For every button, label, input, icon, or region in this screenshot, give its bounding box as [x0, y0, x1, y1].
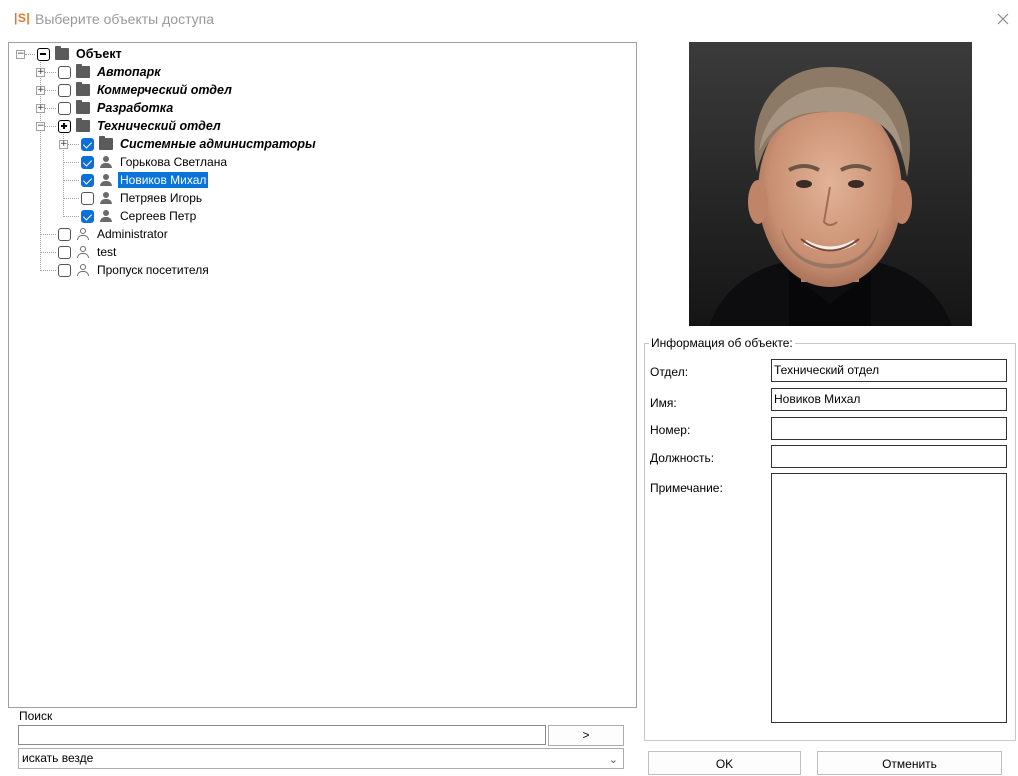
tree-item-checkbox[interactable] — [58, 227, 71, 241]
collapse-icon[interactable]: − — [16, 50, 25, 59]
close-icon[interactable] — [992, 8, 1014, 30]
tree-item-label[interactable]: Петряев Игорь — [118, 190, 204, 206]
tree-item-label[interactable]: Технический отдел — [95, 118, 223, 134]
tree-item[interactable]: Сергеев Петр — [81, 207, 198, 225]
tree-item-checkbox[interactable] — [81, 137, 94, 151]
tree-guide-line — [40, 252, 56, 253]
tree-item[interactable]: Коммерческий отдел — [58, 81, 234, 99]
search-input[interactable] — [18, 725, 546, 745]
tree-item-label[interactable]: Горькова Светлана — [118, 154, 229, 170]
person-photo-image — [689, 42, 972, 326]
tree-item-label[interactable]: Коммерческий отдел — [95, 82, 234, 98]
tree-item-checkbox[interactable] — [58, 83, 71, 97]
tree-item-checkbox[interactable] — [37, 47, 50, 61]
window-title: Выберите объекты доступа — [35, 11, 214, 27]
tree-item[interactable]: Объект — [37, 45, 124, 63]
tree-guide-line — [63, 180, 79, 181]
tree-guide-line — [40, 234, 56, 235]
expand-icon[interactable]: + — [36, 86, 45, 95]
tree-item[interactable]: Пропуск посетителя — [58, 261, 211, 279]
tree-item-checkbox[interactable] — [81, 155, 94, 169]
tree-item-checkbox[interactable] — [58, 65, 71, 79]
tree-item-label[interactable]: Новиков Михал — [118, 172, 209, 188]
tree-item-label[interactable]: Объект — [74, 46, 124, 62]
object-tree[interactable]: − Объект + Автопарк + Коммерческий отдел + Разр… — [8, 42, 637, 708]
folder-icon — [76, 82, 90, 96]
object-info-legend: Информация об объекте: — [649, 336, 795, 350]
person-outline-icon — [76, 246, 90, 258]
tree-item[interactable]: Петряев Игорь — [81, 189, 204, 207]
chevron-down-icon: ⌄ — [608, 754, 618, 766]
search-scope-select[interactable]: искать везде ⌄ — [18, 748, 624, 769]
person-icon — [99, 156, 113, 168]
tree-guide-line — [25, 54, 35, 55]
person-outline-icon — [76, 264, 90, 276]
tree-item[interactable]: Горькова Светлана — [81, 153, 229, 171]
tree-guide-line — [40, 270, 56, 271]
name-label: Имя: — [650, 396, 677, 410]
tree-item-label[interactable]: Пропуск посетителя — [95, 262, 211, 278]
title-bar: |S| Выберите объекты доступа — [0, 0, 1018, 40]
tree-item-checkbox[interactable] — [81, 191, 94, 205]
person-photo — [689, 42, 972, 326]
tree-item-checkbox[interactable] — [58, 119, 71, 133]
expand-icon[interactable]: + — [36, 68, 45, 77]
tree-item-label[interactable]: Разработка — [95, 100, 175, 116]
tree-guide-line — [63, 198, 79, 199]
folder-icon — [76, 118, 90, 132]
tree-guide-line — [63, 162, 79, 163]
folder-icon — [55, 46, 69, 60]
folder-icon — [99, 136, 113, 150]
person-icon — [99, 210, 113, 222]
tree-item-label[interactable]: Administrator — [95, 226, 170, 242]
position-field[interactable] — [771, 445, 1007, 468]
name-field[interactable]: Новиков Михал — [771, 388, 1007, 411]
note-field[interactable] — [771, 473, 1007, 723]
tree-item-checkbox[interactable] — [58, 245, 71, 259]
department-field[interactable]: Технический отдел — [771, 359, 1007, 382]
search-go-button[interactable]: > — [548, 725, 624, 746]
search-scope-value: искать везде — [22, 751, 94, 765]
tree-item-checkbox[interactable] — [58, 101, 71, 115]
position-label: Должность: — [650, 451, 715, 465]
tree-item-checkbox[interactable] — [58, 263, 71, 277]
app-logo: |S| — [14, 11, 31, 25]
tree-item[interactable]: Системные администраторы — [81, 135, 318, 153]
tree-item[interactable]: Технический отдел — [58, 117, 223, 135]
tree-guide-line — [63, 216, 79, 217]
expand-icon[interactable]: + — [36, 104, 45, 113]
folder-icon — [76, 100, 90, 114]
tree-item-label[interactable]: Системные администраторы — [118, 136, 318, 152]
collapse-icon[interactable]: − — [36, 122, 45, 131]
tree-item[interactable]: Разработка — [58, 99, 175, 117]
tree-item[interactable]: Новиков Михал — [81, 171, 209, 189]
tree-item[interactable]: Administrator — [58, 225, 170, 243]
search-label: Поиск — [19, 709, 53, 723]
person-outline-icon — [76, 228, 90, 240]
number-field[interactable] — [771, 417, 1007, 440]
tree-item-label[interactable]: test — [95, 244, 118, 260]
person-icon — [99, 192, 113, 204]
tree-item-label[interactable]: Сергеев Петр — [118, 208, 198, 224]
cancel-button[interactable]: Отменить — [817, 751, 1002, 775]
department-label: Отдел: — [650, 365, 689, 379]
expand-icon[interactable]: + — [59, 140, 68, 149]
tree-item-label[interactable]: Автопарк — [95, 64, 163, 80]
note-label: Примечание: — [650, 481, 723, 495]
number-label: Номер: — [650, 423, 691, 437]
folder-icon — [76, 64, 90, 78]
ok-button[interactable]: OK — [648, 751, 801, 775]
tree-item-checkbox[interactable] — [81, 173, 94, 187]
tree-item-checkbox[interactable] — [81, 209, 94, 223]
tree-item[interactable]: test — [58, 243, 118, 261]
person-icon — [99, 174, 113, 186]
tree-item[interactable]: Автопарк — [58, 63, 163, 81]
